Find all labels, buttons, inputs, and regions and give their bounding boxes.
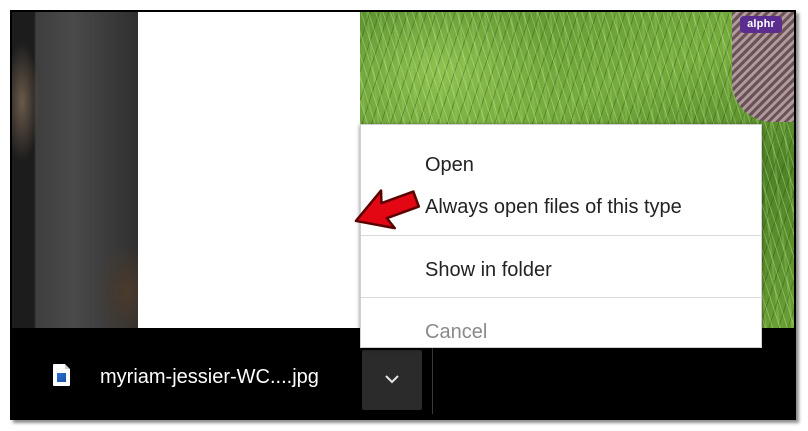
- screenshot-frame: myriam-jessier-WC....jpg Open Always ope…: [10, 10, 796, 420]
- menu-item-show-in-folder[interactable]: Show in folder: [361, 250, 761, 290]
- background-photo-left: [12, 12, 138, 328]
- white-panel: [138, 12, 360, 328]
- menu-separator: [361, 297, 761, 298]
- download-menu-button[interactable]: [362, 350, 422, 410]
- context-menu: Open Always open files of this type Show…: [360, 124, 762, 348]
- image-file-icon: [53, 364, 70, 386]
- brand-badge: alphr: [740, 16, 782, 33]
- red-arrow-icon: [354, 189, 421, 230]
- divider: [432, 344, 433, 414]
- download-file-name[interactable]: myriam-jessier-WC....jpg: [100, 366, 319, 389]
- menu-item-cancel[interactable]: Cancel: [361, 312, 761, 352]
- chevron-down-icon: [385, 375, 399, 384]
- menu-item-open[interactable]: Open: [361, 145, 761, 185]
